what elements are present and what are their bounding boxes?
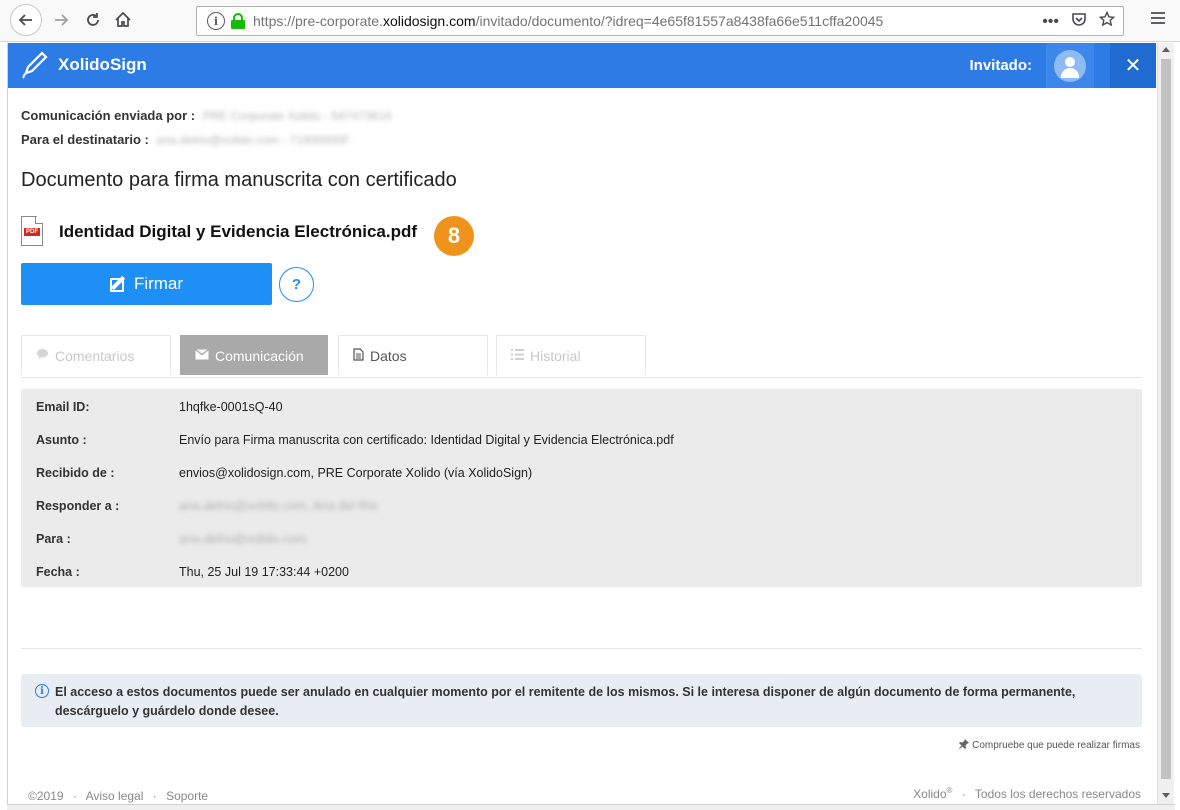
footer-rights: Xolido® · Todos los derechos reservados	[913, 786, 1141, 801]
site-info-icon[interactable]: i	[207, 12, 225, 30]
info-row-reply-to: Responder a : ana.delrio@xolido.com, Ana…	[36, 498, 378, 513]
info-row-to: Para : ana.delrio@xolido.com	[36, 531, 307, 546]
communication-panel: Email ID: 1hqfke-0001sQ-40 Asunto : Enví…	[21, 389, 1142, 587]
envelope-icon	[195, 348, 209, 363]
user-menu-button[interactable]	[1046, 43, 1094, 88]
browser-toolbar: i https://pre-corporate.xolidosign.com/i…	[0, 0, 1180, 42]
rights-text: Todos los derechos reservados	[974, 787, 1141, 801]
recipient-line: Para el destinatario : ana.delrio@xolido…	[21, 132, 350, 147]
sent-by-value: PRE Corporate Xolido - 647473616	[202, 109, 392, 123]
section-divider	[21, 648, 1142, 649]
help-button[interactable]: ?	[279, 267, 314, 302]
scroll-up-arrow-icon[interactable]	[1162, 47, 1170, 52]
sent-by-line: Comunicación enviada por : PRE Corporate…	[21, 108, 392, 123]
list-icon	[511, 348, 524, 363]
app-name: XolidoSign	[58, 55, 147, 74]
forward-arrow-icon[interactable]	[46, 5, 76, 35]
scroll-down-arrow-icon[interactable]	[1162, 793, 1170, 798]
pocket-icon[interactable]	[1071, 11, 1087, 32]
page-title: Documento para firma manuscrita con cert…	[21, 169, 457, 191]
document-file[interactable]: PDF Identidad Digital y Evidencia Electr…	[21, 212, 417, 252]
scroll-thumb[interactable]	[1161, 59, 1171, 779]
access-notice: i El acceso a estos documentos puede ser…	[21, 674, 1142, 727]
close-button[interactable]: ✕	[1110, 43, 1156, 88]
page-actions-icon[interactable]: •••	[1042, 13, 1059, 31]
document-icon	[353, 347, 364, 364]
footer-links: ©2019 · Aviso legal · Soporte	[28, 789, 209, 803]
legal-link[interactable]: Aviso legal	[86, 789, 144, 803]
info-icon: i	[35, 684, 49, 698]
reload-icon[interactable]	[78, 5, 108, 35]
comment-icon	[36, 348, 49, 363]
vertical-scrollbar[interactable]	[1157, 43, 1174, 804]
info-row-date: Fecha : Thu, 25 Jul 19 17:33:44 +0200	[36, 564, 349, 579]
file-name[interactable]: Identidad Digital y Evidencia Electrónic…	[59, 222, 417, 242]
edit-icon	[109, 275, 128, 293]
support-link[interactable]: Soporte	[166, 789, 208, 803]
role-label: Invitado:	[969, 57, 1033, 74]
bookmark-star-icon[interactable]	[1098, 10, 1116, 32]
url-text: https://pre-corporate.xolidosign.com/inv…	[253, 13, 884, 29]
sent-by-label: Comunicación enviada por :	[21, 108, 196, 123]
pen-logo-icon	[22, 51, 48, 79]
recipient-value: ana.delrio@xolido.com - 71900000F	[156, 133, 351, 147]
info-row-subject: Asunto : Envío para Firma manuscrita con…	[36, 432, 674, 447]
tab-comunicacion[interactable]: Comunicación	[180, 335, 328, 375]
pdf-file-icon: PDF	[21, 216, 45, 248]
user-avatar-icon	[1054, 49, 1086, 82]
hamburger-menu-icon[interactable]	[1150, 9, 1168, 32]
app-header: XolidoSign Invitado: ✕	[8, 43, 1156, 88]
back-arrow-icon[interactable]	[10, 4, 42, 36]
copyright: ©2019	[28, 789, 64, 803]
step-badge: 8	[434, 216, 474, 256]
tab-historial[interactable]: Historial	[496, 335, 646, 375]
info-row-email-id: Email ID: 1hqfke-0001sQ-40	[36, 399, 283, 414]
footer-brand: Xolido	[913, 787, 947, 801]
home-icon[interactable]	[108, 5, 138, 35]
tab-datos[interactable]: Datos	[338, 335, 488, 375]
notice-text: El acceso a estos documentos puede ser a…	[55, 685, 1076, 718]
secure-lock-icon[interactable]	[231, 13, 245, 29]
tabs-divider	[21, 377, 1142, 378]
info-row-received-from: Recibido de : envios@xolidosign.com, PRE…	[36, 465, 533, 480]
tab-comentarios[interactable]: Comentarios	[21, 335, 171, 375]
check-signatures-link[interactable]: Compruebe que puede realizar firmas	[959, 739, 1140, 752]
pin-icon	[959, 739, 970, 752]
sign-button[interactable]: Firmar	[21, 263, 272, 305]
recipient-label: Para el destinatario :	[21, 132, 149, 147]
logo[interactable]: XolidoSign	[22, 51, 147, 79]
address-bar[interactable]: i https://pre-corporate.xolidosign.com/i…	[196, 6, 1124, 36]
window-frame-bottom	[7, 804, 1175, 810]
window-frame	[7, 43, 8, 804]
sign-button-label: Firmar	[133, 274, 184, 293]
